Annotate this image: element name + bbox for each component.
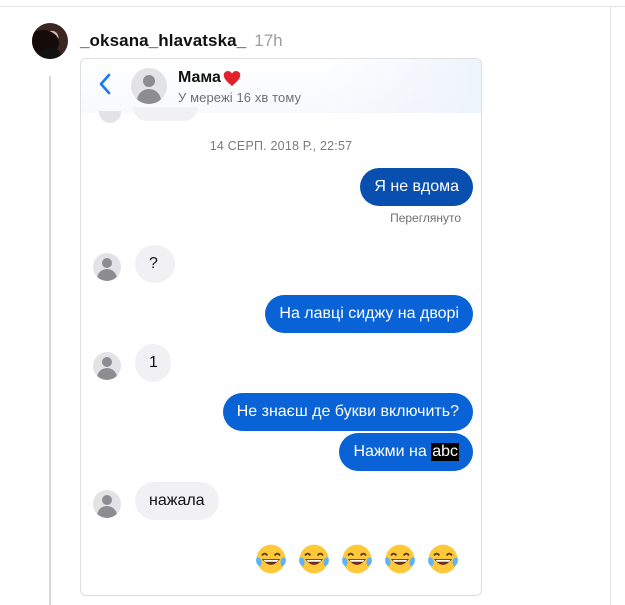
post-header: _oksana_hlavatska_ 17h	[32, 23, 283, 59]
laughing-emoji-icon	[299, 544, 329, 574]
right-border	[610, 6, 611, 605]
heart-icon	[223, 70, 241, 86]
contact-avatar[interactable]	[131, 68, 167, 104]
seen-label: Переглянуто	[390, 211, 461, 225]
user-avatar[interactable]	[32, 23, 68, 59]
post-time: 17h	[254, 31, 283, 50]
contact-status: У мережі 16 хв тому	[178, 90, 302, 105]
username[interactable]: _oksana_hlavatska_	[80, 31, 246, 51]
top-divider	[0, 6, 625, 7]
laughing-emoji-icon	[342, 544, 372, 574]
message-incoming: ?	[135, 245, 175, 283]
back-arrow-icon[interactable]	[95, 69, 115, 99]
thread-line	[49, 76, 51, 605]
contact-avatar-small	[93, 253, 121, 281]
laughing-emoji-icon	[256, 544, 286, 574]
message-outgoing: Я не вдома	[360, 168, 473, 206]
message-outgoing: Не знаєш де букви включить?	[222, 393, 473, 431]
cropped-bubble	[133, 107, 198, 121]
highlighted-text: abc	[431, 443, 459, 461]
contact-name-text: Мама	[178, 69, 221, 86]
contact-avatar-small	[93, 352, 121, 380]
contact-name: Мама	[178, 69, 241, 87]
chat-header: Мама У мережі 16 хв тому	[81, 59, 481, 113]
chat-screenshot: Мама У мережі 16 хв тому 14 СЕРП. 2018 Р…	[80, 58, 482, 596]
contact-avatar-small	[93, 490, 121, 518]
message-outgoing: На лавці сиджу на дворі	[265, 295, 473, 333]
message-incoming: 1	[135, 344, 171, 382]
laughing-emoji-icon	[428, 544, 458, 574]
message-incoming: нажала	[135, 482, 219, 520]
cropped-avatar	[99, 111, 121, 123]
message-outgoing: Нажми на abc	[339, 433, 473, 471]
date-separator: 14 СЕРП. 2018 Р., 22:57	[209, 139, 353, 153]
message-text: Нажми на	[353, 443, 432, 460]
emoji-message	[253, 541, 461, 577]
laughing-emoji-icon	[385, 544, 415, 574]
